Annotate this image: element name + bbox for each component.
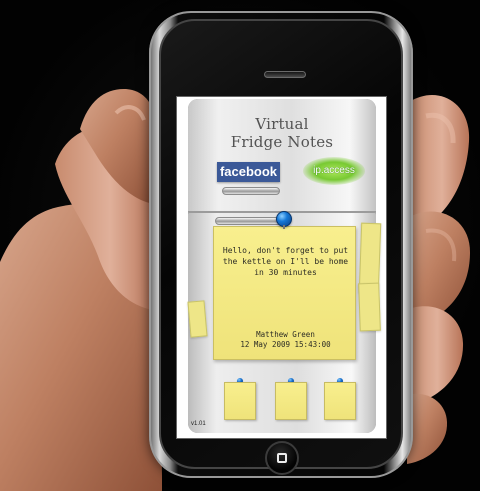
app-title-line-1: Virtual — [255, 115, 309, 133]
photo-scene: Virtual Fridge Notes facebook ip.access — [0, 0, 480, 491]
thumbnail-note[interactable] — [275, 382, 307, 420]
app-title-line-2: Fridge Notes — [230, 133, 334, 151]
version-label: v1.01 — [191, 421, 206, 427]
phone-front: Virtual Fridge Notes facebook ip.access — [159, 19, 403, 475]
note-date: 12 May 2009 15:43:00 — [240, 340, 331, 349]
background-note — [358, 282, 381, 332]
facebook-logo[interactable]: facebook — [217, 162, 280, 182]
app-title: Virtual Fridge Notes — [212, 115, 352, 151]
home-button-icon — [277, 453, 287, 463]
fridge-top-door: Virtual Fridge Notes facebook ip.access — [188, 99, 376, 213]
pin-icon — [276, 211, 292, 229]
note-message: Hello, don't forget to put the kettle on… — [222, 246, 349, 277]
main-fridge-note[interactable]: Hello, don't forget to put the kettle on… — [213, 226, 356, 360]
app-screen: Virtual Fridge Notes facebook ip.access — [176, 96, 387, 439]
ipaccess-logo-prefix: ip — [313, 165, 321, 176]
iphone-device: Virtual Fridge Notes facebook ip.access — [149, 11, 413, 478]
fridge-top-handle — [222, 187, 280, 195]
earpiece-speaker — [264, 71, 306, 78]
ipaccess-logo[interactable]: ip.access — [303, 157, 365, 185]
thumbnail-note[interactable] — [324, 382, 356, 420]
background-note — [187, 300, 208, 338]
note-sender: Matthew Green — [256, 330, 315, 339]
thumbnail-note[interactable] — [224, 382, 256, 420]
fridge-background: Virtual Fridge Notes facebook ip.access — [187, 99, 382, 433]
ipaccess-logo-suffix: .access — [320, 165, 355, 176]
home-button[interactable] — [265, 441, 299, 475]
